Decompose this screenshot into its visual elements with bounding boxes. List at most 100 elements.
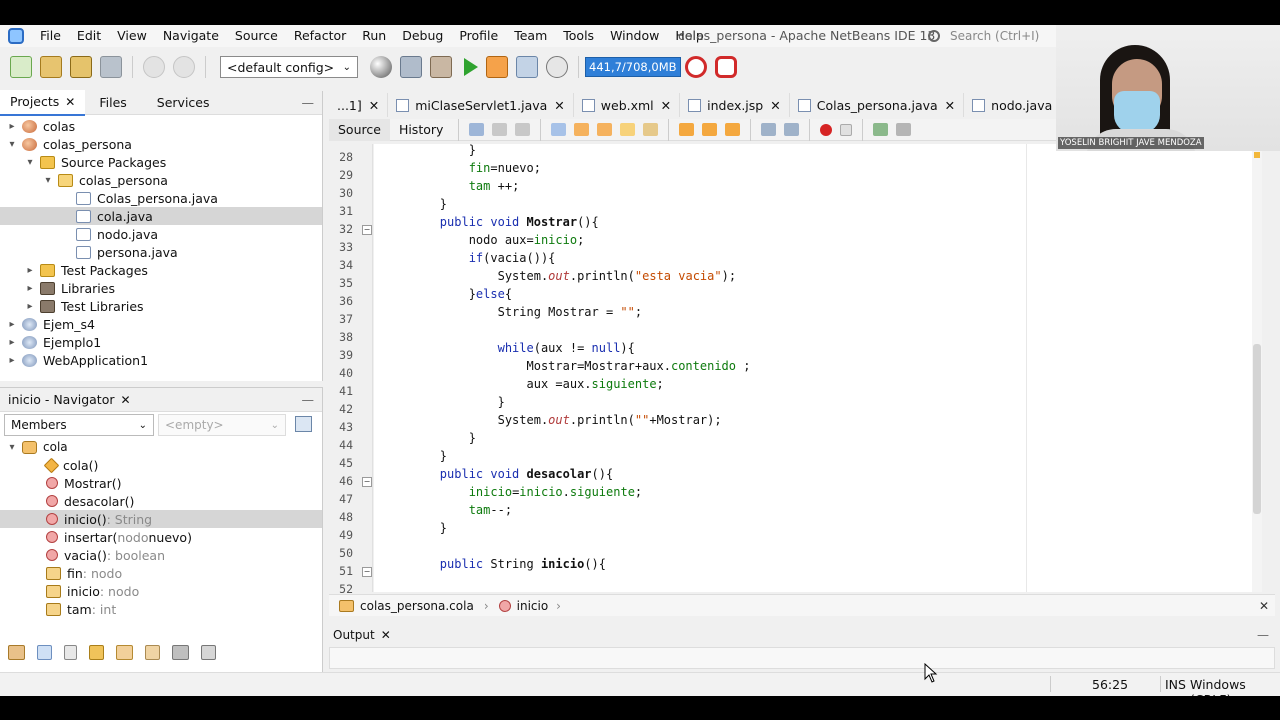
tree-item[interactable]: ▸ Test Packages	[0, 261, 322, 279]
save-all-icon[interactable]	[100, 56, 122, 78]
expand-icon[interactable]: ▸	[6, 355, 18, 366]
tree-item[interactable]: persona.java	[0, 243, 322, 261]
shift-right-icon[interactable]	[784, 123, 800, 136]
comment-icon[interactable]	[873, 123, 889, 136]
expand-icon[interactable]: ▸	[24, 283, 36, 294]
breadcrumb-method[interactable]: inicio	[517, 599, 549, 613]
undo-icon[interactable]	[143, 56, 165, 78]
fold-toggle-icon[interactable]: −	[362, 567, 372, 577]
menu-refactor[interactable]: Refactor	[286, 25, 354, 47]
line-ending[interactable]: Windows (CRLF)	[1190, 677, 1280, 696]
close-icon[interactable]: ✕	[65, 90, 75, 114]
profile-icon[interactable]	[516, 56, 538, 78]
new-project-icon[interactable]	[40, 56, 62, 78]
editor-tab[interactable]: Colas_persona.java ✕	[790, 93, 965, 117]
sort-by-source-icon[interactable]	[201, 645, 216, 660]
open-project-icon[interactable]	[70, 56, 92, 78]
run-icon[interactable]	[464, 58, 478, 76]
tree-item[interactable]: ▸ Test Libraries	[0, 297, 322, 315]
collapse-icon[interactable]: ▾	[6, 442, 18, 453]
navigator-member[interactable]: desacolar()	[0, 492, 322, 510]
editor-tab[interactable]: index.jsp ✕	[680, 93, 790, 117]
tree-item[interactable]: ▸ Libraries	[0, 279, 322, 297]
expand-icon[interactable]: ▸	[6, 337, 18, 348]
navigator-member[interactable]: inicio() : String	[0, 510, 322, 528]
insert-mode[interactable]: INS	[1165, 677, 1186, 692]
uncomment-icon[interactable]	[896, 123, 912, 136]
expand-icon[interactable]: ▸	[6, 319, 18, 330]
breadcrumb-class[interactable]: colas_persona.cola	[360, 599, 474, 613]
close-icon[interactable]: ✕	[770, 98, 780, 113]
tab-services[interactable]: Services	[137, 91, 220, 115]
navigator-member[interactable]: insertar(nodo nuevo)	[0, 528, 322, 546]
tree-item[interactable]: ▸ colas	[0, 117, 322, 135]
menu-profile[interactable]: Profile	[451, 25, 506, 47]
start-macro-icon[interactable]	[820, 123, 833, 136]
output-area[interactable]	[329, 647, 1275, 669]
menu-tools[interactable]: Tools	[555, 25, 602, 47]
tree-item[interactable]: nodo.java	[0, 225, 322, 243]
find-selection-icon[interactable]	[620, 123, 636, 136]
menu-run[interactable]: Run	[354, 25, 394, 47]
prev-bookmark-icon[interactable]	[679, 123, 695, 136]
scrollbar-thumb[interactable]	[1253, 344, 1261, 514]
browser-globe-icon[interactable]	[370, 56, 392, 78]
navigator-member[interactable]: vacia() : boolean	[0, 546, 322, 564]
redo-icon[interactable]	[173, 56, 195, 78]
tab-output[interactable]: Output ✕	[329, 623, 401, 647]
menu-debug[interactable]: Debug	[394, 25, 451, 47]
shift-left-icon[interactable]	[761, 123, 777, 136]
fqn-filter-icon[interactable]	[145, 645, 160, 660]
navigator-settings-icon[interactable]	[295, 416, 312, 432]
tab-source[interactable]: Source	[329, 118, 390, 141]
tree-item[interactable]: ▸ WebApplication1	[0, 351, 322, 369]
find-icon[interactable]	[551, 123, 567, 136]
find-next-icon[interactable]	[597, 123, 613, 136]
editor-tab[interactable]: ...1] ✕	[329, 93, 389, 117]
back-icon[interactable]	[469, 123, 485, 136]
static-filter-icon[interactable]	[64, 645, 77, 660]
close-icon[interactable]: ✕	[945, 98, 955, 113]
fields-filter-icon[interactable]	[37, 645, 52, 660]
find-previous-icon[interactable]	[574, 123, 590, 136]
caret-position[interactable]: 56:25	[1092, 677, 1128, 692]
collapse-icon[interactable]: ▾	[24, 157, 36, 168]
fold-toggle-icon[interactable]: −	[362, 477, 372, 487]
tree-item[interactable]: cola.java	[0, 207, 322, 225]
navigator-member[interactable]: Mostrar()	[0, 474, 322, 492]
toggle-bookmark-icon[interactable]	[725, 123, 741, 136]
menu-source[interactable]: Source	[227, 25, 286, 47]
navigator-class-row[interactable]: ▾ cola	[0, 438, 322, 456]
expand-icon[interactable]: ▸	[24, 265, 36, 276]
expand-icon[interactable]: ▸	[24, 301, 36, 312]
close-icon[interactable]: ✕	[1259, 599, 1269, 613]
tree-item[interactable]: ▾ Source Packages	[0, 153, 322, 171]
clean-build-icon[interactable]	[430, 56, 452, 78]
editor-tab[interactable]: web.xml ✕	[574, 93, 681, 117]
warning-marker[interactable]	[1254, 152, 1260, 158]
tab-projects[interactable]: Projects ✕	[0, 89, 86, 116]
menu-team[interactable]: Team	[506, 25, 555, 47]
tree-item[interactable]: ▸ Ejemplo1	[0, 333, 322, 351]
fold-toggle-icon[interactable]: −	[362, 225, 372, 235]
menu-file[interactable]: File	[32, 25, 69, 47]
collapse-icon[interactable]: ▾	[6, 139, 18, 150]
navigator-member[interactable]: cola()	[0, 456, 322, 474]
editor-scrollbar[interactable]	[1252, 144, 1262, 592]
inner-classes-filter-icon[interactable]	[116, 645, 133, 660]
non-public-filter-icon[interactable]	[89, 645, 104, 660]
editor-tab[interactable]: miClaseServlet1.java ✕	[388, 93, 574, 117]
tab-navigator[interactable]: inicio - Navigator ✕	[0, 388, 141, 412]
debug-icon[interactable]	[486, 56, 508, 78]
sort-by-name-icon[interactable]	[172, 645, 189, 660]
close-icon[interactable]: ✕	[381, 623, 391, 647]
close-icon[interactable]: ✕	[661, 98, 671, 113]
navigator-member[interactable]: fin : nodo	[0, 564, 322, 582]
members-select[interactable]: Members ⌄	[4, 414, 154, 436]
inherited-members-icon[interactable]	[8, 645, 25, 660]
tree-item[interactable]: ▸ Ejem_s4	[0, 315, 322, 333]
gc-icon[interactable]	[684, 56, 707, 78]
navigator-member[interactable]: tam : int	[0, 600, 322, 618]
tab-history[interactable]: History	[390, 119, 452, 141]
tree-item[interactable]: ▾ colas_persona	[0, 171, 322, 189]
